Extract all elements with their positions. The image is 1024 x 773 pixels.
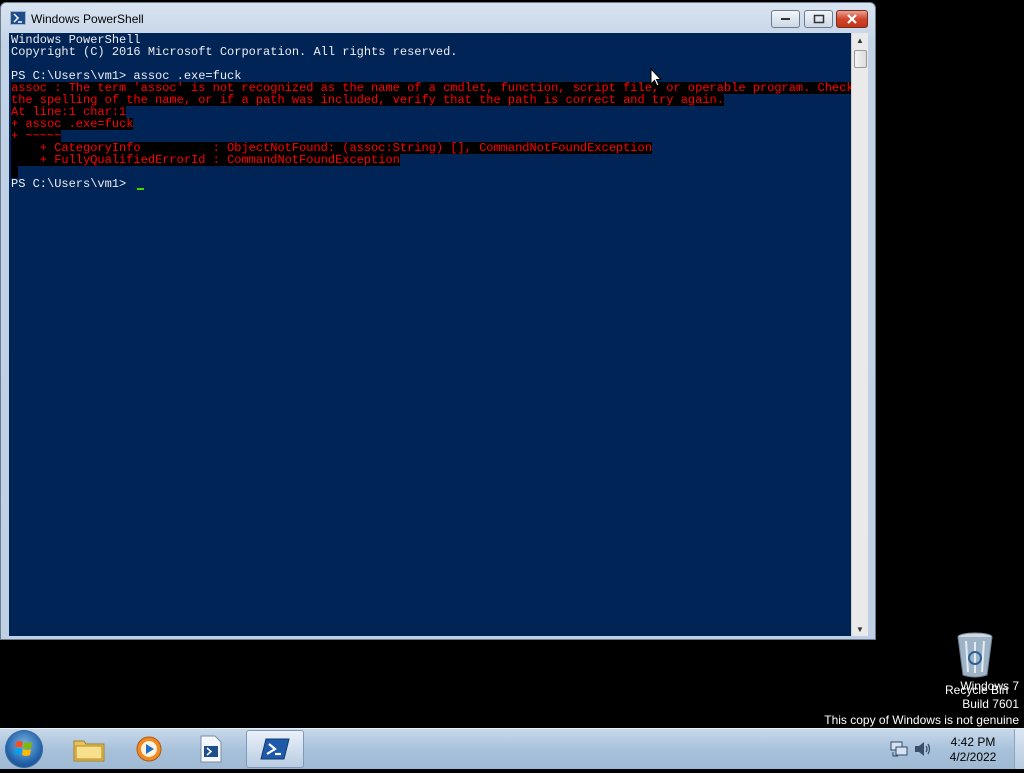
watermark-build: Build 7601 (962, 697, 1019, 711)
console-line: Copyright (C) 2016 Microsoft Corporation… (11, 45, 458, 59)
error-line: + FullyQualifiedErrorId : CommandNotFoun… (11, 153, 400, 167)
show-desktop-button[interactable] (1014, 729, 1024, 769)
minimize-button[interactable] (771, 10, 800, 28)
folder-icon (73, 740, 105, 762)
window-title: Windows PowerShell (31, 12, 144, 26)
scroll-down-arrow-icon[interactable]: ▼ (856, 625, 864, 634)
taskbar-media-player-button[interactable] (120, 730, 178, 768)
console-output[interactable]: Windows PowerShell Copyright (C) 2016 Mi… (9, 33, 851, 636)
taskbar-powershell-ise-button[interactable] (182, 730, 240, 768)
powershell-window: Windows PowerShell Windows PowerShell Co… (0, 2, 876, 640)
network-icon[interactable] (890, 741, 908, 757)
vertical-scrollbar[interactable]: ▲ ▼ (851, 33, 868, 636)
maximize-button[interactable] (804, 10, 833, 28)
taskbar-powershell-button[interactable] (246, 730, 304, 768)
powershell-ise-icon (200, 735, 222, 763)
watermark-genuine-notice: This copy of Windows is not genuine (824, 713, 1019, 727)
clock-date: 4/2/2022 (949, 750, 997, 764)
windows-logo-icon (14, 741, 32, 756)
powershell-icon (260, 738, 290, 760)
volume-icon[interactable] (914, 741, 932, 757)
powershell-icon[interactable] (10, 11, 26, 25)
title-bar[interactable]: Windows PowerShell (1, 3, 875, 33)
start-button[interactable] (5, 730, 43, 768)
close-button[interactable] (836, 10, 868, 28)
scroll-up-arrow-icon[interactable]: ▲ (856, 36, 864, 45)
taskbar-explorer-button[interactable] (60, 730, 118, 768)
recycle-bin-icon[interactable] (954, 632, 996, 678)
console-prompt-line[interactable]: PS C:\Users\vm1> (11, 178, 133, 190)
mouse-pointer-icon (650, 68, 662, 87)
taskbar: 4:42 PM 4/2/2022 (0, 728, 1024, 769)
scrollbar-thumb[interactable] (854, 50, 867, 68)
text-cursor (137, 188, 144, 190)
watermark-edition: Windows 7 (960, 679, 1019, 693)
clock-time: 4:42 PM (950, 735, 996, 749)
media-player-icon (136, 736, 162, 762)
taskbar-clock[interactable]: 4:42 PM 4/2/2022 (938, 735, 1008, 765)
